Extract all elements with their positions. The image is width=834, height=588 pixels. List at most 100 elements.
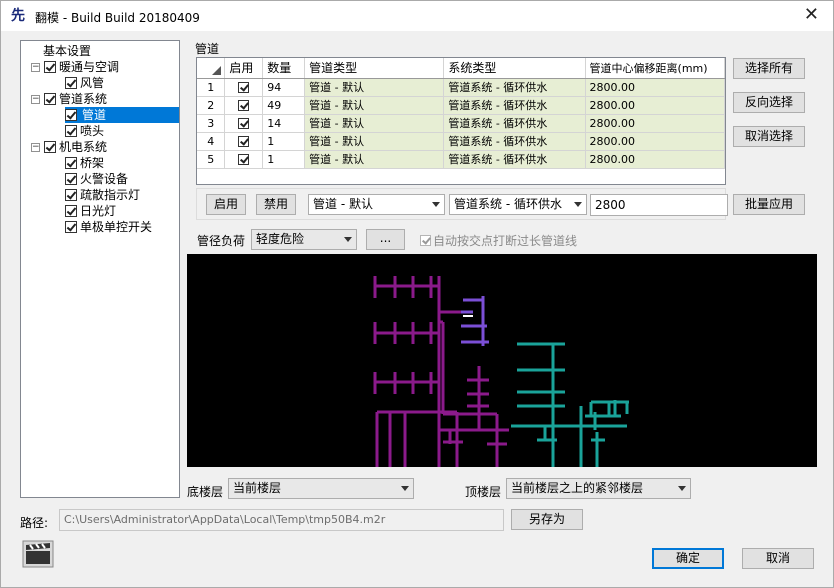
app-logo-icon: 先 — [11, 8, 25, 24]
tree-item[interactable]: 基本设置 — [43, 43, 91, 59]
path-input[interactable]: C:\Users\Administrator\AppData\Local\Tem… — [59, 509, 504, 531]
row-pipe-type[interactable]: 管道 - 默认 — [304, 150, 445, 169]
load-select[interactable]: 轻度危险 — [251, 229, 357, 250]
tree-checkbox[interactable] — [65, 125, 77, 137]
col-offset[interactable]: 管道中心偏移距离(mm) — [585, 58, 725, 79]
tree-checkbox[interactable] — [65, 221, 77, 233]
pipe-preview-canvas[interactable] — [187, 254, 817, 467]
table-row[interactable]: 4 1 管道 - 默认 管道系统 - 循环供水 2800.00 — [197, 132, 725, 151]
top-floor-value: 当前楼层之上的紧邻楼层 — [511, 481, 644, 495]
tree-checkbox[interactable] — [65, 173, 77, 185]
invert-selection-button[interactable]: 反向选择 — [733, 92, 805, 113]
row-enabled-cell[interactable] — [224, 114, 264, 133]
batch-system-type-select[interactable]: 管道系统 - 循环供水 — [449, 194, 587, 215]
col-pipe-type[interactable]: 管道类型 — [304, 58, 445, 79]
tree-item[interactable]: 风管 — [65, 75, 104, 91]
row-system-type[interactable]: 管道系统 - 循环供水 — [443, 114, 586, 133]
row-index[interactable]: 1 — [197, 78, 226, 97]
col-enabled[interactable]: 启用 — [224, 58, 264, 79]
select-all-button[interactable]: 选择所有 — [733, 58, 805, 79]
row-enabled-checkbox[interactable] — [238, 82, 250, 93]
top-floor-select[interactable]: 当前楼层之上的紧邻楼层 — [506, 478, 691, 499]
tree-item[interactable]: − 暖通与空调 — [31, 59, 119, 75]
select-all-corner-icon[interactable] — [197, 58, 226, 79]
save-as-button[interactable]: 另存为 — [511, 509, 583, 530]
row-enabled-checkbox[interactable] — [238, 136, 250, 147]
row-offset[interactable]: 2800.00 — [585, 96, 725, 115]
ok-button[interactable]: 确定 — [652, 548, 724, 569]
row-offset[interactable]: 2800.00 — [585, 114, 725, 133]
table-row[interactable]: 3 14 管道 - 默认 管道系统 - 循环供水 2800.00 — [197, 114, 725, 133]
collapse-icon[interactable]: − — [31, 94, 40, 104]
tree-item[interactable]: 桥架 — [65, 155, 104, 171]
tree-checkbox[interactable] — [44, 141, 56, 153]
tree-checkbox[interactable] — [65, 109, 77, 121]
tree-item[interactable]: 单极单控开关 — [65, 219, 152, 235]
chevron-down-icon — [574, 202, 582, 207]
tree-item[interactable]: − 管道系统 — [31, 91, 107, 107]
row-system-type[interactable]: 管道系统 - 循环供水 — [443, 132, 586, 151]
tree-checkbox[interactable] — [65, 77, 77, 89]
row-enabled-checkbox[interactable] — [238, 118, 250, 129]
row-system-type[interactable]: 管道系统 - 循环供水 — [443, 150, 586, 169]
batch-offset-input[interactable]: 2800 — [590, 194, 728, 216]
row-index[interactable]: 4 — [197, 132, 226, 151]
table-row[interactable]: 5 1 管道 - 默认 管道系统 - 循环供水 2800.00 — [197, 150, 725, 169]
table-row[interactable]: 2 49 管道 - 默认 管道系统 - 循环供水 2800.00 — [197, 96, 725, 115]
tree-checkbox[interactable] — [44, 61, 56, 73]
tree-checkbox[interactable] — [65, 205, 77, 217]
row-offset[interactable]: 2800.00 — [585, 150, 725, 169]
tree-item-label: 火警设备 — [80, 172, 129, 186]
tree-item[interactable]: − 机电系统 — [31, 139, 107, 155]
row-index[interactable]: 3 — [197, 114, 226, 133]
col-system-type[interactable]: 系统类型 — [443, 58, 586, 79]
close-icon[interactable]: ✕ — [804, 5, 819, 25]
violet-pipes — [461, 296, 489, 346]
settings-tree[interactable]: 基本设置 − 暖通与空调 风管 − 管道系统 管道 喷头 − 机电系统 桥架 火警设备 疏散指示灯 日光灯… — [20, 40, 180, 498]
col-count[interactable]: 数量 — [262, 58, 306, 79]
row-offset[interactable]: 2800.00 — [585, 78, 725, 97]
bottom-floor-select[interactable]: 当前楼层 — [228, 478, 414, 499]
row-enabled-checkbox[interactable] — [238, 154, 250, 165]
tree-checkbox[interactable] — [65, 189, 77, 201]
row-enabled-cell[interactable] — [224, 96, 264, 115]
load-more-button[interactable]: ... — [366, 229, 405, 250]
collapse-icon[interactable]: − — [31, 142, 40, 152]
tree-item[interactable]: 疏散指示灯 — [65, 187, 140, 203]
row-system-type[interactable]: 管道系统 - 循环供水 — [443, 96, 586, 115]
tree-item[interactable]: 喷头 — [65, 123, 104, 139]
clapperboard-icon[interactable] — [22, 540, 54, 568]
row-pipe-type[interactable]: 管道 - 默认 — [304, 96, 445, 115]
row-enabled-cell[interactable] — [224, 132, 264, 151]
tree-item[interactable]: 火警设备 — [65, 171, 128, 187]
load-label: 管径负荷 — [197, 234, 246, 248]
row-pipe-type[interactable]: 管道 - 默认 — [304, 132, 445, 151]
batch-apply-button[interactable]: 批量应用 — [733, 194, 805, 215]
row-offset[interactable]: 2800.00 — [585, 132, 725, 151]
table-row[interactable]: 1 94 管道 - 默认 管道系统 - 循环供水 2800.00 — [197, 78, 725, 97]
cancel-selection-button[interactable]: 取消选择 — [733, 126, 805, 147]
tree-item[interactable]: 管道 — [65, 107, 179, 123]
enable-button[interactable]: 启用 — [206, 194, 246, 215]
row-enabled-checkbox[interactable] — [238, 100, 250, 111]
batch-pipe-type-select[interactable]: 管道 - 默认 — [308, 194, 445, 215]
tree-checkbox[interactable] — [65, 157, 77, 169]
tree-item[interactable]: 日光灯 — [65, 203, 116, 219]
row-system-type[interactable]: 管道系统 - 循环供水 — [443, 78, 586, 97]
tree-checkbox[interactable] — [44, 93, 56, 105]
cancel-button[interactable]: 取消 — [742, 548, 814, 569]
batch-pipe-type-value: 管道 - 默认 — [313, 197, 373, 211]
pipe-preview-drawing — [373, 276, 629, 467]
auto-break-checkbox[interactable]: 自动按交点打断过长管道线 — [420, 232, 577, 249]
disable-button[interactable]: 禁用 — [256, 194, 296, 215]
row-pipe-type[interactable]: 管道 - 默认 — [304, 78, 445, 97]
row-index[interactable]: 2 — [197, 96, 226, 115]
row-index[interactable]: 5 — [197, 150, 226, 169]
row-enabled-cell[interactable] — [224, 78, 264, 97]
collapse-icon[interactable]: − — [31, 62, 40, 72]
row-pipe-type[interactable]: 管道 - 默认 — [304, 114, 445, 133]
row-count: 14 — [262, 114, 306, 133]
tree-item-label: 风管 — [80, 76, 105, 90]
row-enabled-cell[interactable] — [224, 150, 264, 169]
pipe-table[interactable]: 启用 数量 管道类型 系统类型 管道中心偏移距离(mm) 1 94 管道 - 默认管… — [196, 57, 726, 185]
